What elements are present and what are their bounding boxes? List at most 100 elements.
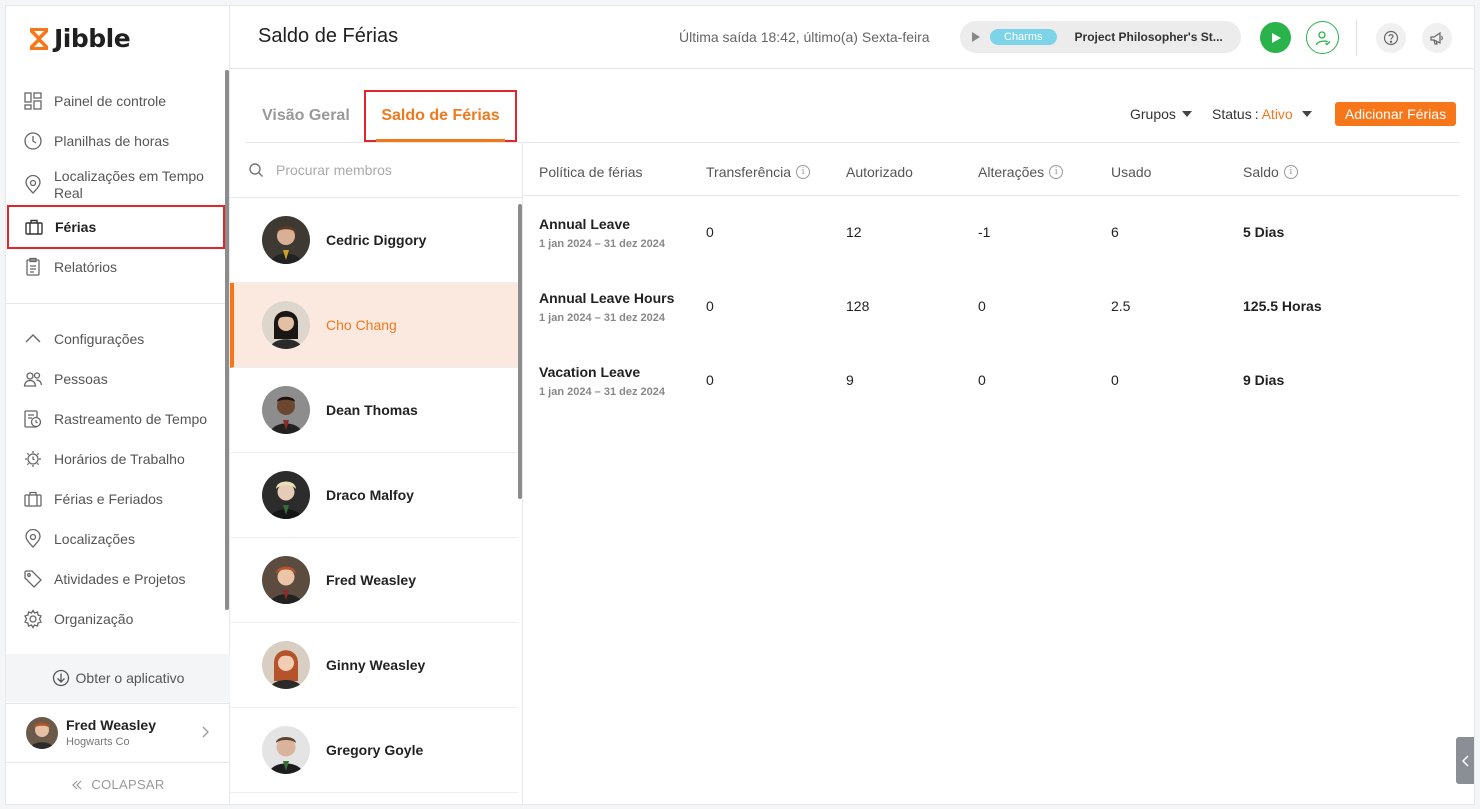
project-name: Project Philosopher's St... xyxy=(1074,30,1223,44)
search-input[interactable] xyxy=(276,162,496,178)
member-row-cho-chang[interactable]: Cho Chang xyxy=(230,283,518,368)
logo[interactable]: Jibble xyxy=(28,24,131,53)
avatar xyxy=(262,556,310,604)
member-name: Cedric Diggory xyxy=(326,232,427,248)
info-icon[interactable]: i xyxy=(796,165,811,179)
status-filter[interactable]: Status : Ativo xyxy=(1212,106,1312,122)
member-row-draco-malfoy[interactable]: Draco Malfoy xyxy=(230,453,518,538)
sidebar-item-label: Painel de controle xyxy=(54,92,167,109)
avatar xyxy=(262,471,310,519)
column-header-used: Usado xyxy=(1111,164,1151,180)
get-app-button[interactable]: Obter o aplicativo xyxy=(6,654,230,702)
avatar xyxy=(26,716,58,749)
sidebar-scrollbar[interactable] xyxy=(225,70,229,610)
sidebar-item-time-tracking[interactable]: Rastreamento de Tempo xyxy=(6,409,224,429)
header-divider xyxy=(1356,20,1357,56)
authorized-value: 12 xyxy=(846,224,862,240)
policy-period: 1 jan 2024 – 31 dez 2024 xyxy=(539,238,665,250)
balance-value: 125.5 Horas xyxy=(1243,298,1322,314)
table-row[interactable]: Annual Leave 1 jan 2024 – 31 dez 2024 0 … xyxy=(523,198,1460,272)
search-icon xyxy=(249,163,263,177)
help-icon xyxy=(1383,30,1399,46)
sidebar-item-leave-holidays[interactable]: Férias e Feriados xyxy=(6,489,224,509)
sidebar-item-timesheets[interactable]: Planilhas de horas xyxy=(6,131,224,151)
tabs-bar: Visão Geral Saldo de Férias Grupos Statu… xyxy=(246,90,1460,143)
collapse-sidebar-button[interactable]: COLAPSAR xyxy=(6,762,230,804)
timer-project-selector[interactable]: Charms Project Philosopher's St... xyxy=(960,21,1241,53)
side-panel-toggle[interactable] xyxy=(1456,737,1474,784)
sidebar-item-people[interactable]: Pessoas xyxy=(6,369,224,389)
page-title: Saldo de Férias xyxy=(258,25,399,47)
used-value: 0 xyxy=(1111,372,1119,388)
sidebar-item-label: Organização xyxy=(54,610,134,627)
sidebar-item-label: Localizações xyxy=(54,530,135,547)
policy-name: Vacation Leave xyxy=(539,364,641,380)
sidebar-item-settings[interactable]: Configurações xyxy=(6,329,224,349)
table-row[interactable]: Annual Leave Hours 1 jan 2024 – 31 dez 2… xyxy=(523,272,1460,346)
sidebar-item-label: Férias xyxy=(55,218,97,235)
sidebar-item-locations[interactable]: Localizações xyxy=(6,529,224,549)
tab-leave-balance[interactable]: Saldo de Férias xyxy=(364,90,517,142)
status-value: Ativo xyxy=(1261,106,1293,122)
megaphone-icon xyxy=(1430,31,1443,45)
collapse-label: COLAPSAR xyxy=(91,777,165,792)
sidebar-item-work-schedules[interactable]: Horários de Trabalho xyxy=(6,449,224,469)
sidebar-item-organization[interactable]: Organização xyxy=(6,609,224,629)
table-row[interactable]: Vacation Leave 1 jan 2024 – 31 dez 2024 … xyxy=(523,346,1460,420)
status-label: Status xyxy=(1212,106,1252,122)
download-icon xyxy=(52,669,69,687)
member-search xyxy=(230,143,523,198)
member-row-gregory-goyle[interactable]: Gregory Goyle xyxy=(230,708,518,793)
hourglass-logo-icon xyxy=(30,27,48,50)
briefcase-icon xyxy=(23,489,43,509)
sidebar-item-reports[interactable]: Relatórios xyxy=(6,257,224,277)
member-name: Dean Thomas xyxy=(326,402,418,418)
sidebar-item-label: Relatórios xyxy=(54,258,118,275)
policy-period: 1 jan 2024 – 31 dez 2024 xyxy=(539,386,665,398)
add-leave-button[interactable]: Adicionar Férias xyxy=(1335,102,1456,126)
clock-in-user-button[interactable] xyxy=(1306,21,1339,54)
status-colon: : xyxy=(1254,106,1259,122)
location-pin-icon xyxy=(23,529,43,549)
authorized-value: 9 xyxy=(846,372,854,388)
used-value: 2.5 xyxy=(1111,298,1131,314)
user-organization: Hogwarts Co xyxy=(66,736,130,748)
avatar xyxy=(262,216,310,264)
policy-period: 1 jan 2024 – 31 dez 2024 xyxy=(539,312,665,324)
sidebar-item-activities-projects[interactable]: Atividades e Projetos xyxy=(6,569,224,589)
member-name: Cho Chang xyxy=(326,317,397,333)
start-timer-button[interactable] xyxy=(1260,22,1291,53)
sidebar-item-leave[interactable]: Férias xyxy=(7,205,225,249)
groups-label: Grupos xyxy=(1130,106,1176,122)
activity-badge: Charms xyxy=(990,29,1057,45)
top-header: Saldo de Férias Última saída 18:42, últi… xyxy=(230,6,1474,69)
sidebar-item-label: Rastreamento de Tempo xyxy=(54,410,208,427)
double-chevron-left-icon xyxy=(72,780,82,789)
sidebar-item-label: Atividades e Projetos xyxy=(54,570,186,587)
info-icon[interactable]: i xyxy=(1049,165,1064,179)
column-label: Alterações xyxy=(978,164,1045,180)
member-name: Ginny Weasley xyxy=(326,657,426,673)
changes-value: -1 xyxy=(978,224,991,240)
table-header: Política de férias Transferência i Autori… xyxy=(523,143,1460,196)
member-row-dean-thomas[interactable]: Dean Thomas xyxy=(230,368,518,453)
tab-overview[interactable]: Visão Geral xyxy=(262,90,350,142)
member-row-cedric-diggory[interactable]: Cedric Diggory xyxy=(230,198,518,283)
groups-filter[interactable]: Grupos xyxy=(1130,106,1192,122)
notifications-button[interactable] xyxy=(1422,23,1452,53)
user-profile-card[interactable]: Fred Weasley Hogwarts Co xyxy=(6,703,230,761)
sidebar-item-live-locations[interactable]: Localizações em Tempo Real xyxy=(6,168,224,202)
balance-value: 9 Dias xyxy=(1243,372,1285,388)
column-header-policy: Política de férias xyxy=(539,164,643,180)
sidebar-item-dashboard[interactable]: Painel de controle xyxy=(6,91,224,111)
help-button[interactable] xyxy=(1376,23,1406,53)
column-header-transfer: Transferência i xyxy=(706,164,811,180)
user-name: Fred Weasley xyxy=(66,717,157,733)
members-scrollbar[interactable] xyxy=(518,204,522,499)
member-row-fred-weasley[interactable]: Fred Weasley xyxy=(230,538,518,623)
time-tracking-icon xyxy=(23,409,43,429)
column-label: Usado xyxy=(1111,164,1152,180)
people-icon xyxy=(23,369,43,389)
member-row-ginny-weasley[interactable]: Ginny Weasley xyxy=(230,623,518,708)
info-icon[interactable]: i xyxy=(1283,165,1298,179)
